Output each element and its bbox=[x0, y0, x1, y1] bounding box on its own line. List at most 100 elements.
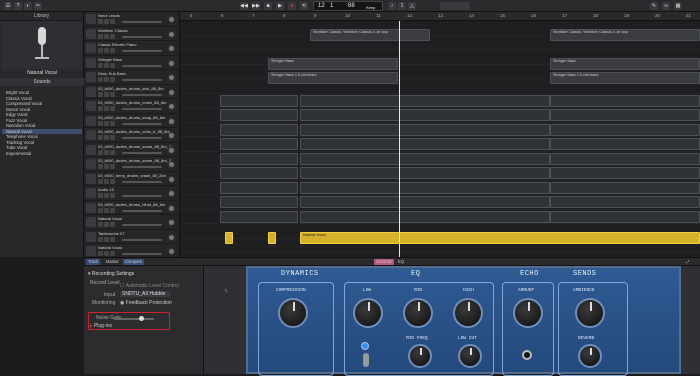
compression-knob[interactable] bbox=[278, 298, 308, 328]
track-volume-slider[interactable] bbox=[122, 108, 162, 110]
forward-icon[interactable]: ▶▶ bbox=[252, 2, 260, 10]
track-volume-slider[interactable] bbox=[122, 50, 162, 52]
echo-toggle-switch[interactable] bbox=[522, 350, 532, 360]
region-vocal-short[interactable] bbox=[268, 232, 276, 244]
track-pan-knob[interactable] bbox=[168, 248, 175, 255]
track-pan-knob[interactable] bbox=[168, 219, 175, 226]
eq-toggle-switch[interactable] bbox=[363, 353, 369, 367]
region-drum-loop[interactable] bbox=[550, 94, 700, 107]
track-pan-knob[interactable] bbox=[168, 161, 175, 168]
eq-power-led[interactable] bbox=[361, 342, 369, 350]
track-volume-slider[interactable] bbox=[122, 64, 162, 67]
playhead[interactable] bbox=[399, 21, 400, 257]
ambience-knob[interactable] bbox=[575, 298, 605, 328]
track-pan-knob[interactable] bbox=[168, 146, 175, 154]
track-volume-slider[interactable] bbox=[122, 224, 162, 226]
expand-icon[interactable]: ⤢ bbox=[684, 259, 691, 265]
high-knob[interactable] bbox=[453, 298, 483, 328]
region-vocal[interactable]: Natural Vocal bbox=[300, 232, 700, 244]
region-drum-loop[interactable] bbox=[550, 138, 700, 150]
track-buttons[interactable] bbox=[98, 164, 118, 169]
track-pan-knob[interactable] bbox=[168, 117, 175, 125]
track-pan-knob[interactable] bbox=[168, 132, 175, 139]
region-wurlitzer[interactable]: Wurlitzer Classic: Wurlitzer Classic-4.1… bbox=[310, 29, 430, 41]
region-drum-loop[interactable] bbox=[220, 94, 298, 107]
region-drum-loop[interactable] bbox=[300, 109, 550, 121]
track-buttons[interactable] bbox=[98, 33, 118, 39]
low-knob[interactable] bbox=[353, 298, 383, 328]
region-drum-loop[interactable] bbox=[300, 94, 550, 107]
region-drum-loop[interactable] bbox=[220, 167, 298, 179]
region-drum-loop[interactable] bbox=[220, 181, 298, 194]
track-pan-knob[interactable] bbox=[168, 175, 175, 183]
track-buttons[interactable] bbox=[98, 207, 118, 213]
ruler[interactable]: 5 6 7 8 9 10 11 12 13 14 15 16 17 18 19 20 21 bbox=[180, 12, 700, 21]
region-drum-loop[interactable] bbox=[550, 167, 700, 179]
track-buttons[interactable] bbox=[98, 135, 118, 140]
track-buttons[interactable] bbox=[98, 48, 118, 53]
track-buttons[interactable] bbox=[98, 251, 118, 256]
region-drum-loop[interactable] bbox=[550, 109, 700, 121]
reverb-knob[interactable] bbox=[578, 344, 602, 368]
track-volume-slider[interactable] bbox=[122, 238, 162, 241]
track-header[interactable]: Deep Sub Bass bbox=[84, 70, 180, 85]
track-buttons[interactable] bbox=[98, 120, 118, 126]
track-pan-knob[interactable] bbox=[168, 74, 175, 81]
play-icon[interactable]: ▶ bbox=[276, 2, 284, 10]
region-drum-loop[interactable] bbox=[300, 210, 550, 223]
preset-item[interactable]: Experimental bbox=[2, 151, 82, 157]
tab-controls[interactable]: Controls bbox=[374, 259, 394, 265]
track-volume-slider[interactable] bbox=[122, 209, 162, 212]
region-drum-loop[interactable] bbox=[300, 167, 550, 179]
track-header[interactable]: 03_b000_dudes_drums_hihat_88_8m bbox=[84, 201, 180, 215]
region-bass[interactable]: Stringer Bass.1.5 reentrant bbox=[550, 72, 700, 84]
track-buttons[interactable] bbox=[98, 77, 118, 82]
track-buttons[interactable] bbox=[98, 106, 118, 111]
stop-icon[interactable]: ■ bbox=[264, 2, 272, 10]
track-volume-slider[interactable] bbox=[122, 122, 162, 125]
track-header[interactable]: 03_b000_dudes_drums_snare_88_8m_1 bbox=[84, 143, 180, 157]
track-pan-knob[interactable] bbox=[168, 30, 175, 38]
amount-knob[interactable] bbox=[513, 298, 543, 328]
track-buttons[interactable] bbox=[98, 178, 118, 184]
track-volume-slider[interactable] bbox=[122, 151, 162, 154]
track-header[interactable]: 03_b000_dudes_drums_ohhs_b_88_8m bbox=[84, 128, 180, 143]
track-header[interactable]: 03_b000_dudes_drums_kick_88_8m bbox=[84, 85, 180, 99]
region-drum-loop[interactable] bbox=[300, 138, 550, 150]
library-category[interactable]: Sounds bbox=[0, 78, 84, 86]
track-volume-slider[interactable] bbox=[122, 79, 162, 81]
track-buttons[interactable] bbox=[98, 149, 118, 155]
tab-track[interactable]: Track bbox=[86, 259, 101, 265]
region-drum-loop[interactable] bbox=[550, 210, 700, 223]
track-header[interactable]: 03_b000_dudes_drums_snare_88_8m_2 bbox=[84, 157, 180, 172]
smart-controls-icon[interactable]: ◐ bbox=[24, 2, 32, 10]
track-pan-knob[interactable] bbox=[168, 233, 175, 241]
region-drum-loop[interactable] bbox=[550, 152, 700, 165]
region-drum-loop[interactable] bbox=[220, 210, 298, 223]
record-level-checkbox[interactable]: ☐ Automatic Level Control bbox=[120, 283, 179, 289]
track-header[interactable]: Wurlitzer Classic bbox=[84, 27, 180, 41]
metronome-icon[interactable]: △ bbox=[408, 2, 416, 10]
region-drum-loop[interactable] bbox=[220, 138, 298, 150]
lcd-display[interactable]: 12 1 88 Keep bbox=[313, 1, 383, 11]
region-drum-loop[interactable] bbox=[550, 123, 700, 136]
region-drum-loop[interactable] bbox=[300, 152, 550, 165]
region-bass[interactable]: Stringer Bass.1.5 reentrant bbox=[268, 72, 398, 84]
track-pan-knob[interactable] bbox=[168, 204, 175, 212]
track-pan-knob[interactable] bbox=[168, 16, 175, 23]
track-volume-slider[interactable] bbox=[122, 195, 162, 197]
media-browser-icon[interactable]: ▦ bbox=[674, 2, 682, 10]
track-volume-slider[interactable] bbox=[122, 35, 162, 38]
region-drum-loop[interactable] bbox=[220, 152, 298, 165]
low-cut-knob[interactable] bbox=[458, 344, 482, 368]
track-pan-knob[interactable] bbox=[168, 88, 175, 96]
track-pan-knob[interactable] bbox=[168, 190, 175, 197]
region-drum-loop[interactable] bbox=[220, 109, 298, 121]
arrange-area[interactable]: Wurlitzer Classic: Wurlitzer Classic-4.1… bbox=[180, 21, 700, 257]
help-icon[interactable]: ? bbox=[14, 2, 22, 10]
track-buttons[interactable] bbox=[98, 222, 118, 227]
track-header[interactable]: 03_b000_berry_drums_crash_80_2bn bbox=[84, 172, 180, 186]
master-volume-slider[interactable] bbox=[440, 2, 470, 10]
track-volume-slider[interactable] bbox=[122, 180, 162, 183]
region-drum-loop[interactable] bbox=[300, 196, 550, 208]
